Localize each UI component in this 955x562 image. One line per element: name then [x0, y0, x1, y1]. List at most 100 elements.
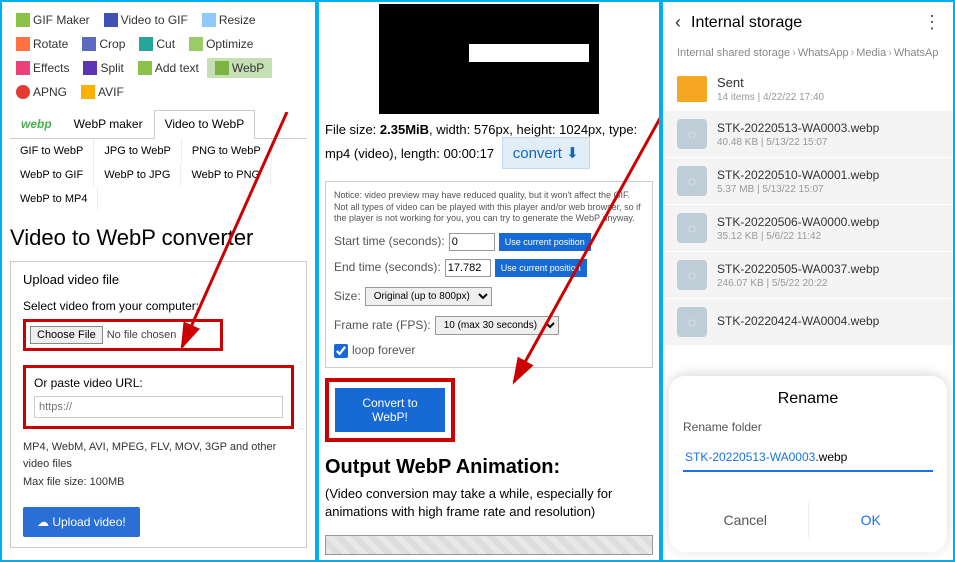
tab-webp-maker[interactable]: WebP maker — [63, 110, 154, 138]
file-icon: ◌ — [677, 260, 707, 290]
file-name: STK-20220506-WA0000.webp — [717, 215, 879, 229]
start-label: Start time (seconds): — [334, 234, 445, 250]
file-meta: 35.12 KB | 5/6/22 11:42 — [717, 231, 879, 242]
choose-file-button[interactable]: Choose File — [30, 326, 103, 344]
folder-row[interactable]: Sent 14 items | 4/22/22 17:40 — [663, 67, 953, 111]
subtab-gif-to-webp[interactable]: GIF to WebP — [10, 139, 94, 163]
tool-rotate[interactable]: Rotate — [10, 34, 74, 54]
tool-video-to-gif[interactable]: Video to GIF — [98, 10, 194, 30]
convert-to-webp-button[interactable]: Convert to WebP! — [335, 388, 445, 432]
url-box-highlight: Or paste video URL: — [23, 365, 294, 429]
tool-avif[interactable]: AVIF — [75, 82, 130, 102]
rename-dialog: Rename Rename folder STK-20220513-WA0003… — [669, 376, 947, 552]
file-meta: 246.07 KB | 5/5/22 20:22 — [717, 278, 879, 289]
video-preview[interactable] — [379, 4, 599, 114]
loop-label: loop forever — [352, 343, 415, 359]
brand-logo: webp — [10, 110, 63, 138]
subtab-jpg-to-webp[interactable]: JPG to WebP — [94, 139, 181, 163]
convert-pill[interactable]: convert ⬇ — [502, 137, 590, 169]
file-name: STK-20220513-WA0003.webp — [717, 121, 879, 135]
upload-video-button[interactable]: ☁ Upload video! — [23, 507, 140, 537]
end-time-input[interactable] — [445, 259, 491, 277]
output-title: Output WebP Animation: — [325, 456, 653, 479]
breadcrumb[interactable]: Internal shared storage›WhatsApp›Media›W… — [663, 43, 953, 67]
tool-resize[interactable]: Resize — [196, 10, 262, 30]
page-title: Video to WebP converter — [10, 225, 307, 251]
file-icon: ◌ — [677, 213, 707, 243]
url-input[interactable] — [34, 396, 283, 418]
output-text: (Video conversion may take a while, espe… — [325, 485, 653, 521]
file-name: STK-20220424-WA0004.webp — [717, 314, 879, 328]
tool-label: GIF Maker — [33, 13, 90, 27]
ok-button[interactable]: OK — [809, 502, 934, 538]
tab-video-to-webp[interactable]: Video to WebP — [154, 110, 256, 139]
tool-label: Crop — [99, 37, 125, 51]
rename-input[interactable]: STK-20220513-WA0003.webp — [683, 444, 933, 472]
format-tabs: webp WebP maker Video to WebP — [10, 110, 307, 139]
tool-row-3: Effects Split Add text WebP — [10, 58, 307, 78]
meta-prefix: File size: — [325, 122, 380, 137]
tool-apng[interactable]: APNG — [10, 82, 73, 102]
storage-title: Internal storage — [691, 14, 802, 32]
convert-pill-label: convert — [513, 145, 562, 162]
subtab-png-to-webp[interactable]: PNG to WebP — [182, 139, 272, 163]
file-icon: ◌ — [677, 119, 707, 149]
tool-webp[interactable]: WebP — [207, 58, 272, 78]
file-picker-highlight: Choose File No file chosen — [23, 319, 223, 351]
tool-optimize[interactable]: Optimize — [183, 34, 259, 54]
fps-label: Frame rate (FPS): — [334, 318, 431, 334]
bc-item[interactable]: Internal shared storage — [677, 47, 790, 59]
storage-header: ‹ Internal storage ⋮ — [663, 2, 953, 43]
tool-label: Video to GIF — [121, 13, 188, 27]
tool-add-text[interactable]: Add text — [132, 58, 205, 78]
folder-meta: 14 items | 4/22/22 17:40 — [717, 92, 824, 103]
tool-label: Add text — [155, 61, 199, 75]
tool-row-2: Rotate Crop Cut Optimize — [10, 34, 307, 54]
file-icon: ◌ — [677, 307, 707, 337]
tool-gif-maker[interactable]: GIF Maker — [10, 10, 96, 30]
file-row[interactable]: ◌STK-20220505-WA0037.webp246.07 KB | 5/5… — [663, 252, 953, 299]
tool-label: Cut — [156, 37, 175, 51]
notice-text: Notice: video preview may have reduced q… — [334, 190, 644, 225]
tool-label: Resize — [219, 13, 256, 27]
size-label: Size: — [334, 289, 361, 305]
file-row[interactable]: ◌ STK-20220506-WA0000.webp 35.12 KB | 5/6/… — [663, 205, 953, 252]
menu-icon[interactable]: ⋮ — [923, 12, 941, 33]
file-icon: ◌ — [677, 166, 707, 196]
loop-checkbox[interactable] — [334, 344, 348, 358]
rename-value-ext: .webp — [815, 450, 847, 464]
bc-item[interactable]: Media — [856, 47, 886, 59]
start-time-input[interactable] — [449, 233, 495, 251]
file-row[interactable]: ◌ STK-20220424-WA0004.webp — [663, 299, 953, 346]
tool-label: APNG — [33, 85, 67, 99]
loop-row: loop forever — [334, 343, 644, 359]
subtab-webp-to-gif[interactable]: WebP to GIF — [10, 163, 94, 187]
subtab-webp-to-jpg[interactable]: WebP to JPG — [94, 163, 181, 187]
tool-split[interactable]: Split — [77, 58, 129, 78]
subtab-webp-to-mp4[interactable]: WebP to MP4 — [10, 187, 98, 211]
file-meta: File size: 2.35MiB, width: 576px, height… — [319, 120, 659, 171]
use-current-end-button[interactable]: Use current position — [495, 259, 587, 277]
size-select[interactable]: Original (up to 800px) — [365, 287, 492, 306]
bc-item[interactable]: WhatsAp — [894, 47, 939, 59]
tool-cut[interactable]: Cut — [133, 34, 181, 54]
file-meta: 5.37 MB | 5/13/22 15:07 — [717, 184, 879, 195]
tool-label: Optimize — [206, 37, 253, 51]
file-row[interactable]: ◌STK-20220513-WA0003.webp40.48 KB | 5/13… — [663, 111, 953, 158]
file-row[interactable]: ◌STK-20220510-WA0001.webp5.37 MB | 5/13/… — [663, 158, 953, 205]
subtab-webp-to-png[interactable]: WebP to PNG — [181, 163, 271, 187]
tool-crop[interactable]: Crop — [76, 34, 131, 54]
use-current-start-button[interactable]: Use current position — [499, 233, 591, 251]
tool-label: WebP — [232, 61, 264, 75]
tool-label: AVIF — [98, 85, 124, 99]
rename-value-selected: STK-20220513-WA0003 — [685, 450, 815, 464]
fps-select[interactable]: 10 (max 30 seconds) — [435, 316, 559, 335]
tool-row-1: GIF Maker Video to GIF Resize — [10, 10, 307, 30]
cancel-button[interactable]: Cancel — [683, 502, 809, 538]
bc-item[interactable]: WhatsApp — [798, 47, 849, 59]
tool-effects[interactable]: Effects — [10, 58, 75, 78]
tool-label: Effects — [33, 61, 69, 75]
back-icon[interactable]: ‹ — [675, 12, 681, 33]
url-label: Or paste video URL: — [34, 376, 283, 390]
start-time-row: Start time (seconds): Use current positi… — [334, 233, 644, 251]
